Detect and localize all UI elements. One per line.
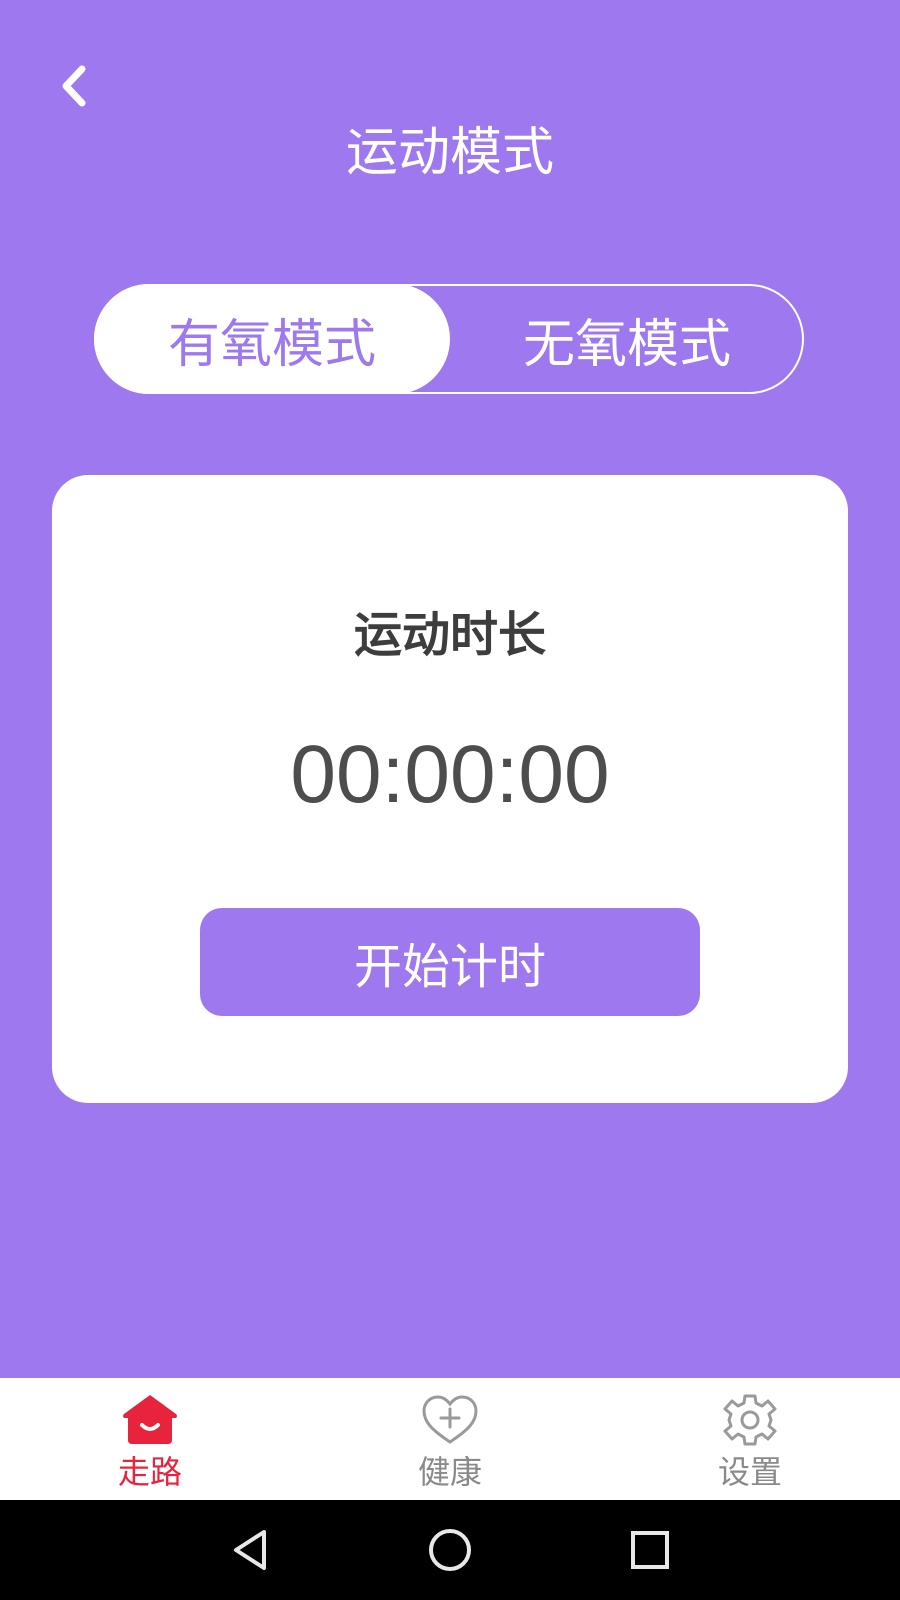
bottom-tab-bar: 走路 健康 设置	[0, 1378, 900, 1500]
app-screen: 运动模式 有氧模式 无氧模式 运动时长 00:00:00 开始计时	[0, 0, 900, 1378]
tab-health[interactable]: 健康	[300, 1378, 600, 1500]
system-recents-button[interactable]	[620, 1522, 680, 1578]
system-back-button[interactable]	[220, 1522, 280, 1578]
home-circle-icon	[429, 1529, 471, 1571]
tab-anaerobic-mode[interactable]: 无氧模式	[450, 284, 804, 394]
tab-walk-label: 走路	[117, 1453, 182, 1491]
tab-walk[interactable]: 走路	[0, 1378, 300, 1500]
chevron-left-icon	[62, 65, 86, 107]
tab-health-label: 健康	[417, 1453, 482, 1491]
back-triangle-icon	[234, 1530, 266, 1570]
gear-icon	[723, 1394, 777, 1446]
timer-display: 00:00:00	[290, 729, 610, 820]
timer-card: 运动时长 00:00:00 开始计时	[52, 475, 848, 1103]
tab-settings-label: 设置	[717, 1453, 782, 1491]
tab-settings[interactable]: 设置	[600, 1378, 900, 1500]
back-button[interactable]	[48, 58, 98, 114]
tab-aerobic-mode[interactable]: 有氧模式	[94, 284, 450, 394]
mode-switch: 有氧模式 无氧模式	[94, 284, 804, 394]
heart-plus-icon	[422, 1395, 478, 1444]
system-navigation-bar	[0, 1500, 900, 1600]
home-icon	[123, 1395, 177, 1444]
page-title: 运动模式	[345, 123, 554, 183]
start-timer-button[interactable]: 开始计时	[200, 908, 700, 1016]
recents-square-icon	[631, 1531, 669, 1569]
system-home-button[interactable]	[420, 1522, 480, 1578]
duration-title: 运动时长	[353, 607, 546, 663]
